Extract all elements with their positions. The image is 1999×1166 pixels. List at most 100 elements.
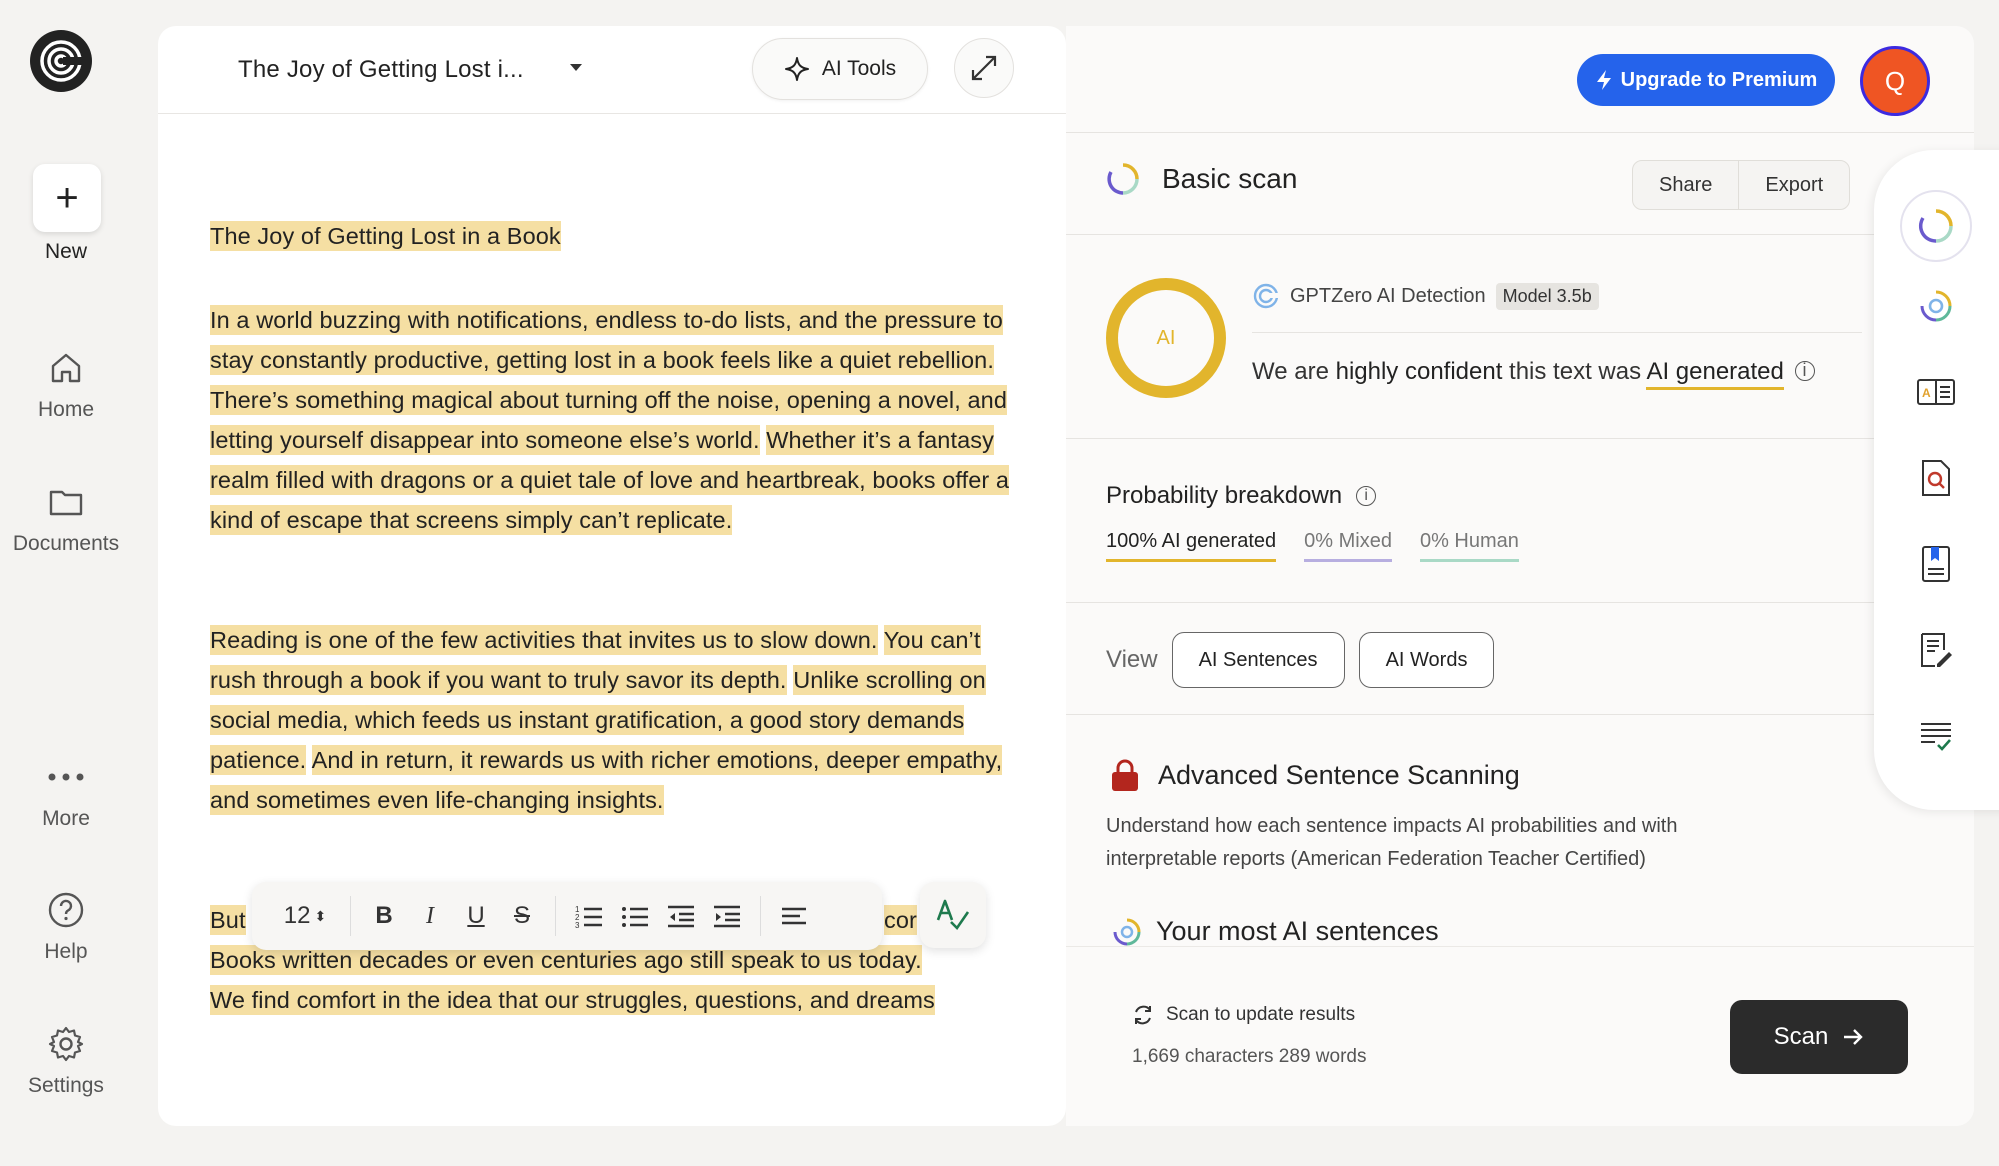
dock-plagiarism[interactable] [1906, 448, 1966, 508]
outdent-button[interactable] [658, 893, 704, 939]
refresh-icon [1135, 1005, 1151, 1025]
editor-panel: The Joy of Getting Lost i... AI Tools Th… [158, 26, 1066, 1126]
bold-button[interactable]: B [361, 893, 407, 939]
divider [350, 896, 351, 936]
divider [1066, 132, 1974, 133]
scan-button[interactable]: Scan [1730, 1000, 1908, 1074]
sentence: And in return, it rewards us with richer… [210, 745, 1003, 815]
gear-icon [0, 1020, 132, 1068]
spellcheck-button[interactable] [920, 882, 986, 948]
outdent-icon [668, 905, 694, 928]
underline-button[interactable]: U [453, 893, 499, 939]
align-button[interactable] [771, 893, 817, 939]
align-icon [782, 907, 806, 925]
probability-breakdown-title: Probability breakdown i [1106, 482, 1377, 510]
view-selector: View AI Sentences AI Words [1106, 632, 1495, 688]
gptzero-logo[interactable] [30, 30, 92, 92]
info-icon[interactable]: i [1356, 486, 1377, 506]
bullet-list-icon [622, 907, 648, 927]
ai-words-button[interactable]: AI Words [1358, 632, 1495, 688]
ai-generated-result: AI generated [1646, 358, 1784, 390]
paragraph-3-line3[interactable]: We find comfort in the idea that our str… [210, 980, 1020, 1020]
indent-icon [714, 905, 740, 928]
export-button[interactable]: Export [1738, 161, 1849, 209]
dock-ai-detection[interactable] [1906, 276, 1966, 336]
divider [1066, 438, 1874, 439]
home-icon [0, 344, 132, 392]
share-export-group: Share Export [1632, 160, 1851, 210]
confidence-statement: We are highly confident this text was AI… [1252, 358, 1815, 390]
sidebar-item-documents[interactable]: Documents [0, 478, 132, 556]
document-search-icon [1922, 460, 1950, 496]
more-icon [0, 753, 132, 801]
bookmark-document-icon [1922, 546, 1950, 582]
sidebar-item-home[interactable]: Home [0, 344, 132, 422]
indent-button[interactable] [704, 893, 750, 939]
upgrade-premium-button[interactable]: Upgrade to Premium [1577, 54, 1835, 106]
numbered-list-button[interactable]: 123 [566, 893, 612, 939]
svg-text:3: 3 [575, 921, 580, 928]
dock-writing-report[interactable] [1906, 534, 1966, 594]
lock-icon [1112, 759, 1138, 791]
ai-sentences-button[interactable]: AI Sentences [1171, 632, 1345, 688]
numbered-list-icon: 123 [575, 905, 602, 928]
sidebar-item-settings[interactable]: Settings [0, 1020, 132, 1098]
divider [1066, 602, 1874, 603]
new-document-button[interactable]: + [33, 164, 101, 232]
divider [1066, 714, 1874, 715]
gptzero-icon [1253, 283, 1280, 309]
formatting-toolbar: 12 ⬍ B I U S 123 [252, 882, 882, 950]
chevron-down-icon[interactable] [570, 64, 582, 71]
paragraph-1[interactable]: In a world buzzing with notifications, e… [210, 300, 1020, 540]
help-icon [0, 886, 132, 934]
character-word-count: 1,669 characters 289 words [1132, 1046, 1367, 1067]
ai-score-circle: AI [1106, 278, 1226, 398]
scan-update-hint: Scan to update results [1132, 1004, 1355, 1026]
compare-icon: A [1917, 379, 1955, 405]
folder-icon [0, 478, 132, 526]
share-button[interactable]: Share [1633, 161, 1738, 209]
most-ai-sentences-title: Your most AI sentences [1112, 916, 1439, 947]
sentence: In a world buzzing with notifications, e… [210, 305, 1003, 375]
scan-title: Basic scan [1162, 163, 1298, 194]
list-check-icon [1921, 723, 1951, 751]
sentence: Reading is one of the few activities tha… [210, 625, 878, 655]
divider [1252, 332, 1862, 333]
bullet-list-button[interactable] [612, 893, 658, 939]
ai-generated-percent[interactable]: 100% AI generated [1106, 530, 1277, 562]
advanced-scanning-title: Advanced Sentence Scanning [1110, 758, 1520, 792]
divider [555, 896, 556, 936]
document-edit-icon [1921, 633, 1952, 667]
scan-header: Basic scan [1106, 162, 1297, 196]
model-badge: Model 3.5b [1495, 282, 1599, 310]
document-title[interactable]: The Joy of Getting Lost i... [238, 56, 524, 84]
sidebar-item-label: Home [37, 398, 95, 421]
multicolor-ring-icon [1920, 290, 1952, 322]
mixed-percent[interactable]: 0% Mixed [1304, 530, 1392, 562]
lightning-icon [1596, 70, 1611, 90]
svg-text:A: A [1922, 386, 1931, 400]
probability-breakdown: 100% AI generated 0% Mixed 0% Human [1106, 530, 1519, 562]
user-avatar[interactable]: Q [1860, 46, 1930, 116]
info-icon[interactable]: i [1794, 361, 1815, 381]
sidebar-item-label: Help [44, 940, 88, 963]
dock-edit-feedback[interactable] [1906, 620, 1966, 680]
dock-checklist[interactable] [1906, 706, 1966, 766]
paragraph-2[interactable]: Reading is one of the few activities tha… [210, 620, 1020, 820]
plus-icon: + [55, 175, 79, 220]
sidebar-item-more[interactable]: More [0, 753, 132, 831]
strikethrough-button[interactable]: S [499, 893, 545, 939]
ai-tools-button[interactable]: AI Tools [752, 38, 928, 100]
sidebar-item-help[interactable]: Help [0, 886, 132, 964]
font-size-stepper[interactable]: 12 ⬍ [270, 893, 340, 939]
sparkle-icon [784, 57, 809, 81]
advanced-scanning-description: Understand how each sentence impacts AI … [1106, 815, 1678, 870]
expand-button[interactable] [954, 38, 1014, 98]
sidebar-item-label: More [42, 807, 90, 830]
document-title-line[interactable]: The Joy of Getting Lost in a Book [210, 216, 1020, 256]
italic-button[interactable]: I [407, 893, 453, 939]
dock-compare[interactable]: A [1906, 362, 1966, 422]
human-percent[interactable]: 0% Human [1419, 530, 1519, 562]
divider [1066, 234, 1874, 235]
dock-basic-scan[interactable] [1900, 190, 1972, 262]
